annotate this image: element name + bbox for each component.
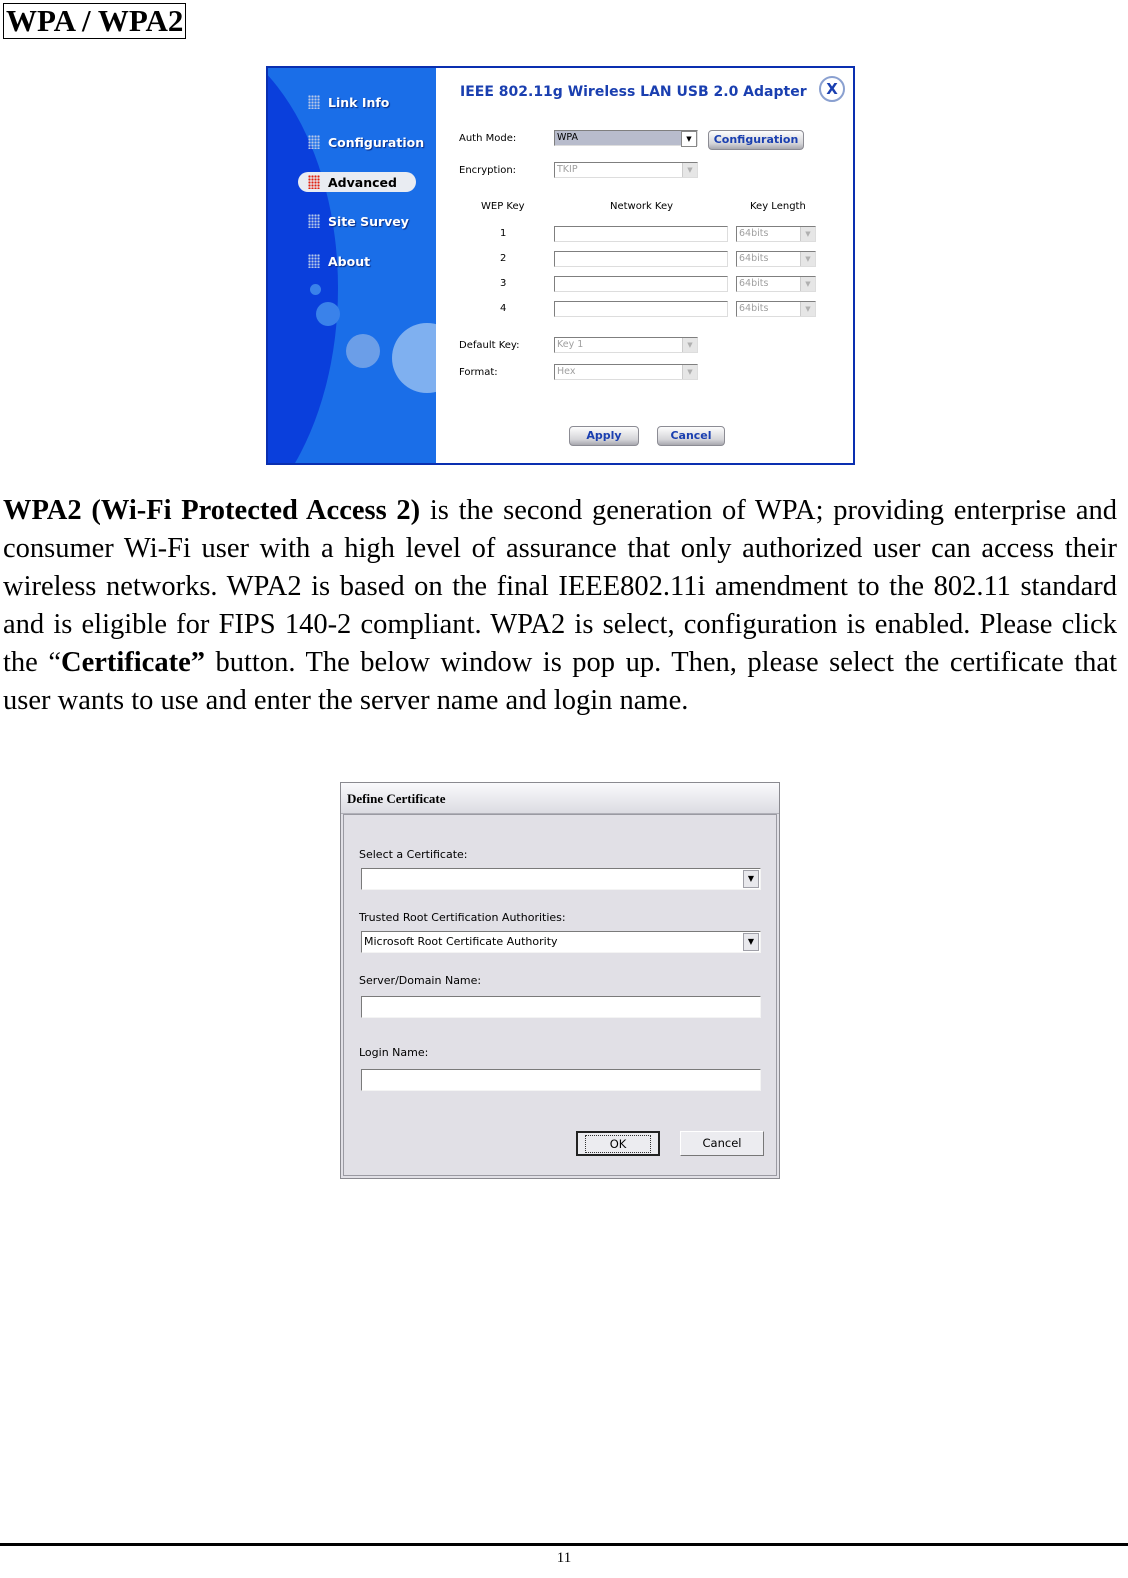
encryption-select[interactable]: TKIP ▼ xyxy=(554,162,698,178)
nav-item-advanced[interactable]: Advanced xyxy=(298,172,416,192)
ok-button[interactable]: OK xyxy=(576,1131,660,1156)
decorative-bubble xyxy=(392,323,436,393)
trusted-root-label: Trusted Root Certification Authorities: xyxy=(359,911,566,924)
chevron-down-icon[interactable]: ▼ xyxy=(682,163,697,177)
encryption-label: Encryption: xyxy=(459,165,517,176)
chevron-down-icon[interactable]: ▼ xyxy=(682,365,697,379)
close-button[interactable]: X xyxy=(819,76,845,102)
auth-mode-select[interactable]: WPA ▼ xyxy=(554,130,698,147)
format-select[interactable]: Hex ▼ xyxy=(554,364,698,380)
chevron-down-icon[interactable]: ▼ xyxy=(800,252,815,266)
network-key-input[interactable] xyxy=(554,301,728,317)
key-length-select[interactable]: 64bits ▼ xyxy=(736,301,816,317)
configuration-button[interactable]: Configuration xyxy=(708,130,804,150)
auth-mode-label: Auth Mode: xyxy=(459,133,517,144)
key-length-select[interactable]: 64bits ▼ xyxy=(736,276,816,292)
section-title: WPA / WPA2 xyxy=(3,3,187,39)
network-key-input[interactable] xyxy=(554,226,728,242)
nav-bullet-icon xyxy=(308,254,320,268)
wireless-utility-window: Link Info Configuration Advanced Site Su… xyxy=(266,66,855,465)
network-key-header: Network Key xyxy=(610,201,674,212)
nav-item-site-survey[interactable]: Site Survey xyxy=(308,211,409,231)
network-key-input[interactable] xyxy=(554,251,728,267)
chevron-down-icon[interactable]: ▼ xyxy=(682,338,697,352)
login-name-label: Login Name: xyxy=(359,1046,429,1059)
key-length-select[interactable]: 64bits ▼ xyxy=(736,226,816,242)
nav-bullet-icon xyxy=(308,175,320,189)
page-number: 11 xyxy=(556,1550,572,1566)
chevron-down-icon[interactable]: ▼ xyxy=(743,870,759,888)
default-key-select[interactable]: Key 1 ▼ xyxy=(554,337,698,353)
define-certificate-dialog: Define Certificate Select a Certificate:… xyxy=(340,782,780,1179)
nav-bullet-icon xyxy=(308,135,320,149)
sidebar: Link Info Configuration Advanced Site Su… xyxy=(268,68,436,463)
wep-key-header: WEP Key xyxy=(481,201,525,212)
nav-bullet-icon xyxy=(308,95,320,109)
cancel-button[interactable]: Cancel xyxy=(680,1131,764,1156)
chevron-down-icon[interactable]: ▼ xyxy=(800,302,815,316)
chevron-down-icon[interactable]: ▼ xyxy=(743,933,759,951)
nav-item-configuration[interactable]: Configuration xyxy=(308,132,424,152)
select-certificate-label: Select a Certificate: xyxy=(359,848,468,861)
wpa2-term: WPA2 (Wi-Fi Protected Access 2) xyxy=(3,495,421,526)
decorative-bubble xyxy=(316,302,340,326)
format-label: Format: xyxy=(459,367,498,378)
apply-button[interactable]: Apply xyxy=(569,426,639,446)
server-domain-input[interactable] xyxy=(361,996,761,1018)
cancel-button[interactable]: Cancel xyxy=(657,426,725,446)
app-title: IEEE 802.11g Wireless LAN USB 2.0 Adapte… xyxy=(460,84,807,100)
chevron-down-icon[interactable]: ▼ xyxy=(800,277,815,291)
dialog-title: Define Certificate xyxy=(341,783,779,814)
chevron-down-icon[interactable]: ▼ xyxy=(800,227,815,241)
decorative-bubble xyxy=(346,334,380,368)
nav-bullet-icon xyxy=(308,214,320,228)
advanced-panel: IEEE 802.11g Wireless LAN USB 2.0 Adapte… xyxy=(436,68,853,463)
network-key-input[interactable] xyxy=(554,276,728,292)
default-key-label: Default Key: xyxy=(459,340,520,351)
select-certificate-dropdown[interactable]: ▼ xyxy=(361,868,761,890)
body-paragraph: WPA2 (Wi-Fi Protected Access 2) is the s… xyxy=(3,495,1117,716)
chevron-down-icon[interactable]: ▼ xyxy=(681,131,697,147)
wep-key-index: 3 xyxy=(500,278,507,289)
nav-item-about[interactable]: About xyxy=(308,251,370,271)
login-name-input[interactable] xyxy=(361,1069,761,1091)
nav-item-link-info[interactable]: Link Info xyxy=(308,92,389,112)
footer-divider xyxy=(0,1543,1128,1546)
wep-key-index: 4 xyxy=(500,303,507,314)
certificate-term: Certificate” xyxy=(60,647,205,678)
trusted-root-dropdown[interactable]: Microsoft Root Certificate Authority ▼ xyxy=(361,931,761,953)
wep-key-index: 2 xyxy=(500,253,507,264)
server-domain-label: Server/Domain Name: xyxy=(359,974,482,987)
decorative-bubble xyxy=(310,284,321,295)
key-length-select[interactable]: 64bits ▼ xyxy=(736,251,816,267)
wep-key-index: 1 xyxy=(500,228,507,239)
key-length-header: Key Length xyxy=(750,201,806,212)
